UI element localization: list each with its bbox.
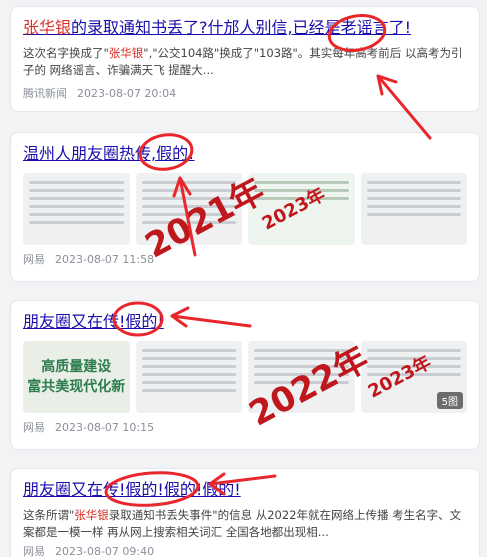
- thumbnail-image[interactable]: 5图: [360, 341, 467, 413]
- result-meta: 网易 2023-08-07 10:15: [23, 419, 467, 435]
- result-source: 网易: [23, 253, 45, 266]
- keyword-highlight: 张华银: [108, 46, 144, 60]
- thumbnail-image[interactable]: [248, 341, 355, 413]
- result-title[interactable]: 朋友圈又在传!假的!假的!假的!: [23, 479, 467, 501]
- result-source: 网易: [23, 421, 45, 434]
- image-strip[interactable]: [23, 173, 467, 245]
- result-date: 2023-08-07 11:58: [55, 253, 155, 266]
- image-strip[interactable]: 高质量建设 富共美现代化新 5图: [23, 341, 467, 413]
- result-card[interactable]: 朋友圈又在传!假的!假的!假的! 这条所谓"张华银录取通知书丢失事件"的信息 从…: [10, 468, 480, 557]
- thumbnail-image[interactable]: 高质量建设 富共美现代化新: [23, 341, 130, 413]
- result-title[interactable]: 张华银的录取通知书丢了?什邡人别信,已经是老谣言了!: [23, 17, 467, 39]
- keyword-highlight: 张华银: [23, 18, 72, 37]
- thumbnail-image[interactable]: [23, 173, 130, 245]
- result-title[interactable]: 朋友圈又在传!假的!: [23, 311, 467, 333]
- result-card[interactable]: 朋友圈又在传!假的! 高质量建设 富共美现代化新 5图 网易 2023-08-07…: [10, 300, 480, 450]
- result-card[interactable]: 温州人朋友圈热传,假的! 网易 2023-08-07 11:58 2021年 20…: [10, 132, 480, 282]
- result-meta: 网易 2023-08-07 11:58: [23, 251, 467, 267]
- thumbnail-image[interactable]: [135, 341, 242, 413]
- thumbnail-image[interactable]: [248, 173, 355, 245]
- result-source: 腾讯新闻: [23, 87, 67, 100]
- result-source: 网易: [23, 545, 45, 557]
- result-title[interactable]: 温州人朋友圈热传,假的!: [23, 143, 467, 165]
- result-snippet: 这条所谓"张华银录取通知书丢失事件"的信息 从2022年就在网络上传播 考生名字…: [23, 508, 462, 539]
- result-date: 2023-08-07 10:15: [55, 421, 155, 434]
- result-date: 2023-08-07 09:40: [55, 545, 155, 557]
- result-snippet: 这次名字换成了"张华银","公交104路"换成了"103路"。其实每年高考前后 …: [23, 46, 463, 77]
- result-date: 2023-08-07 20:04: [77, 87, 177, 100]
- result-meta: 网易 2023-08-07 09:40: [23, 543, 467, 557]
- keyword-highlight: 张华银: [74, 508, 109, 522]
- result-meta: 腾讯新闻 2023-08-07 20:04: [23, 85, 467, 101]
- thumbnail-image[interactable]: [360, 173, 467, 245]
- image-count-badge: 5图: [436, 392, 463, 409]
- thumbnail-image[interactable]: [135, 173, 242, 245]
- result-card[interactable]: 张华银的录取通知书丢了?什邡人别信,已经是老谣言了! 这次名字换成了"张华银",…: [10, 6, 480, 112]
